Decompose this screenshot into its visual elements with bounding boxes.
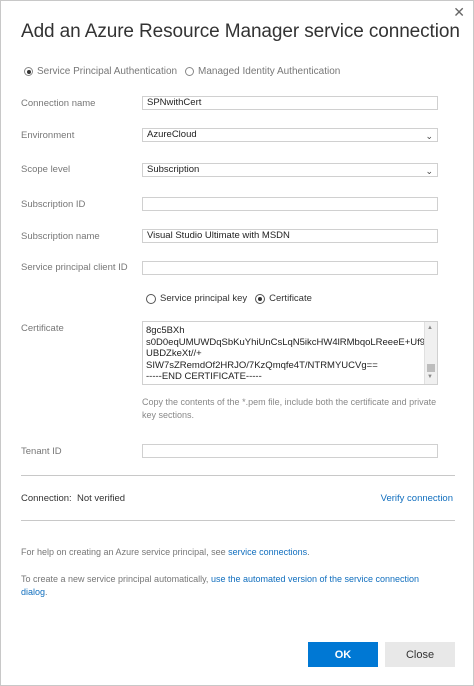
scope-level-label: Scope level [21, 164, 71, 175]
certificate-line: -----END CERTIFICATE----- [146, 371, 262, 382]
divider [21, 520, 455, 521]
principal-type-key[interactable]: Service principal key [146, 293, 247, 304]
connection-status: Connection: Not verified [21, 493, 125, 504]
client-id-input[interactable] [142, 261, 438, 275]
ok-button[interactable]: OK [308, 642, 378, 667]
subscription-name-input[interactable]: Visual Studio Ultimate with MSDN [142, 229, 438, 243]
scope-level-select[interactable]: Subscription ⌄ [142, 163, 438, 177]
help-text-automated: To create a new service principal automa… [21, 573, 441, 599]
principal-type-certificate[interactable]: Certificate [255, 293, 312, 304]
connection-name-input[interactable]: SPNwithCert [142, 96, 438, 110]
radio-selected-icon[interactable] [255, 293, 266, 304]
subscription-id-input[interactable] [142, 197, 438, 211]
certificate-line: SIW7sZRemdOf2HRJO/7KzQmqfe4T/NTRMYUCVg== [146, 359, 378, 371]
auth-option-service-principal[interactable]: Service Principal Authentication [24, 66, 177, 77]
chevron-down-icon: ⌄ [425, 166, 433, 176]
radio-selected-icon[interactable] [24, 67, 33, 76]
help-text-service-connections: For help on creating an Azure service pr… [21, 546, 441, 559]
certificate-textarea[interactable]: 8gc5BXh s0D0eqUMUWDqSbKuYhiUnCsLqN5ikcHW… [142, 321, 438, 385]
client-id-label: Service principal client ID [21, 262, 128, 273]
radio-unselected-icon[interactable] [185, 67, 194, 76]
certificate-line: UBDZkeXt//+ [146, 348, 202, 359]
scroll-down-icon[interactable]: ▼ [427, 372, 433, 384]
auth-option-managed-identity[interactable]: Managed Identity Authentication [185, 66, 340, 77]
divider [21, 475, 455, 476]
tenant-id-input[interactable] [142, 444, 438, 458]
certificate-line: 8gc5BXh [146, 325, 185, 336]
connection-name-label: Connection name [21, 98, 96, 109]
principal-type-certificate-label: Certificate [269, 293, 312, 304]
certificate-scrollbar[interactable]: ▲ ▼ [424, 322, 437, 384]
auth-option-label: Service Principal Authentication [37, 66, 178, 77]
certificate-hint: Copy the contents of the *.pem file, inc… [142, 397, 437, 420]
subscription-name-label: Subscription name [21, 231, 100, 242]
environment-value: AzureCloud [147, 129, 197, 140]
scroll-up-icon[interactable]: ▲ [427, 323, 433, 335]
scope-level-value: Subscription [147, 164, 200, 175]
help-text: For help on creating an Azure service pr… [21, 547, 226, 557]
connection-status-label: Connection: [21, 493, 72, 504]
environment-label: Environment [21, 130, 75, 141]
subscription-id-label: Subscription ID [21, 199, 86, 210]
principal-type-key-label: Service principal key [160, 293, 248, 304]
close-button[interactable]: Close [385, 642, 455, 667]
verify-connection-link[interactable]: Verify connection [381, 493, 453, 504]
environment-select[interactable]: AzureCloud ⌄ [142, 128, 438, 142]
service-connections-link[interactable]: service connections [228, 547, 307, 557]
close-icon[interactable]: ✕ [453, 5, 465, 19]
auth-option-label: Managed Identity Authentication [198, 66, 341, 77]
dialog-title: Add an Azure Resource Manager service co… [21, 21, 460, 42]
connection-status-value: Not verified [76, 493, 126, 504]
certificate-label: Certificate [21, 323, 64, 334]
help-text: To create a new service principal automa… [21, 574, 209, 584]
tenant-id-label: Tenant ID [21, 446, 62, 457]
help-text: . [45, 587, 48, 597]
radio-unselected-icon[interactable] [146, 293, 156, 304]
service-connection-dialog: ✕ Add an Azure Resource Manager service … [0, 0, 474, 686]
chevron-down-icon: ⌄ [425, 131, 433, 141]
principal-type-group: Service principal key Certificate [146, 293, 320, 304]
help-text: . [307, 547, 310, 557]
certificate-line: s0D0eqUMUWDqSbKuYhiUnCsLqN5ikcHW4lRMbqoL… [146, 336, 438, 348]
